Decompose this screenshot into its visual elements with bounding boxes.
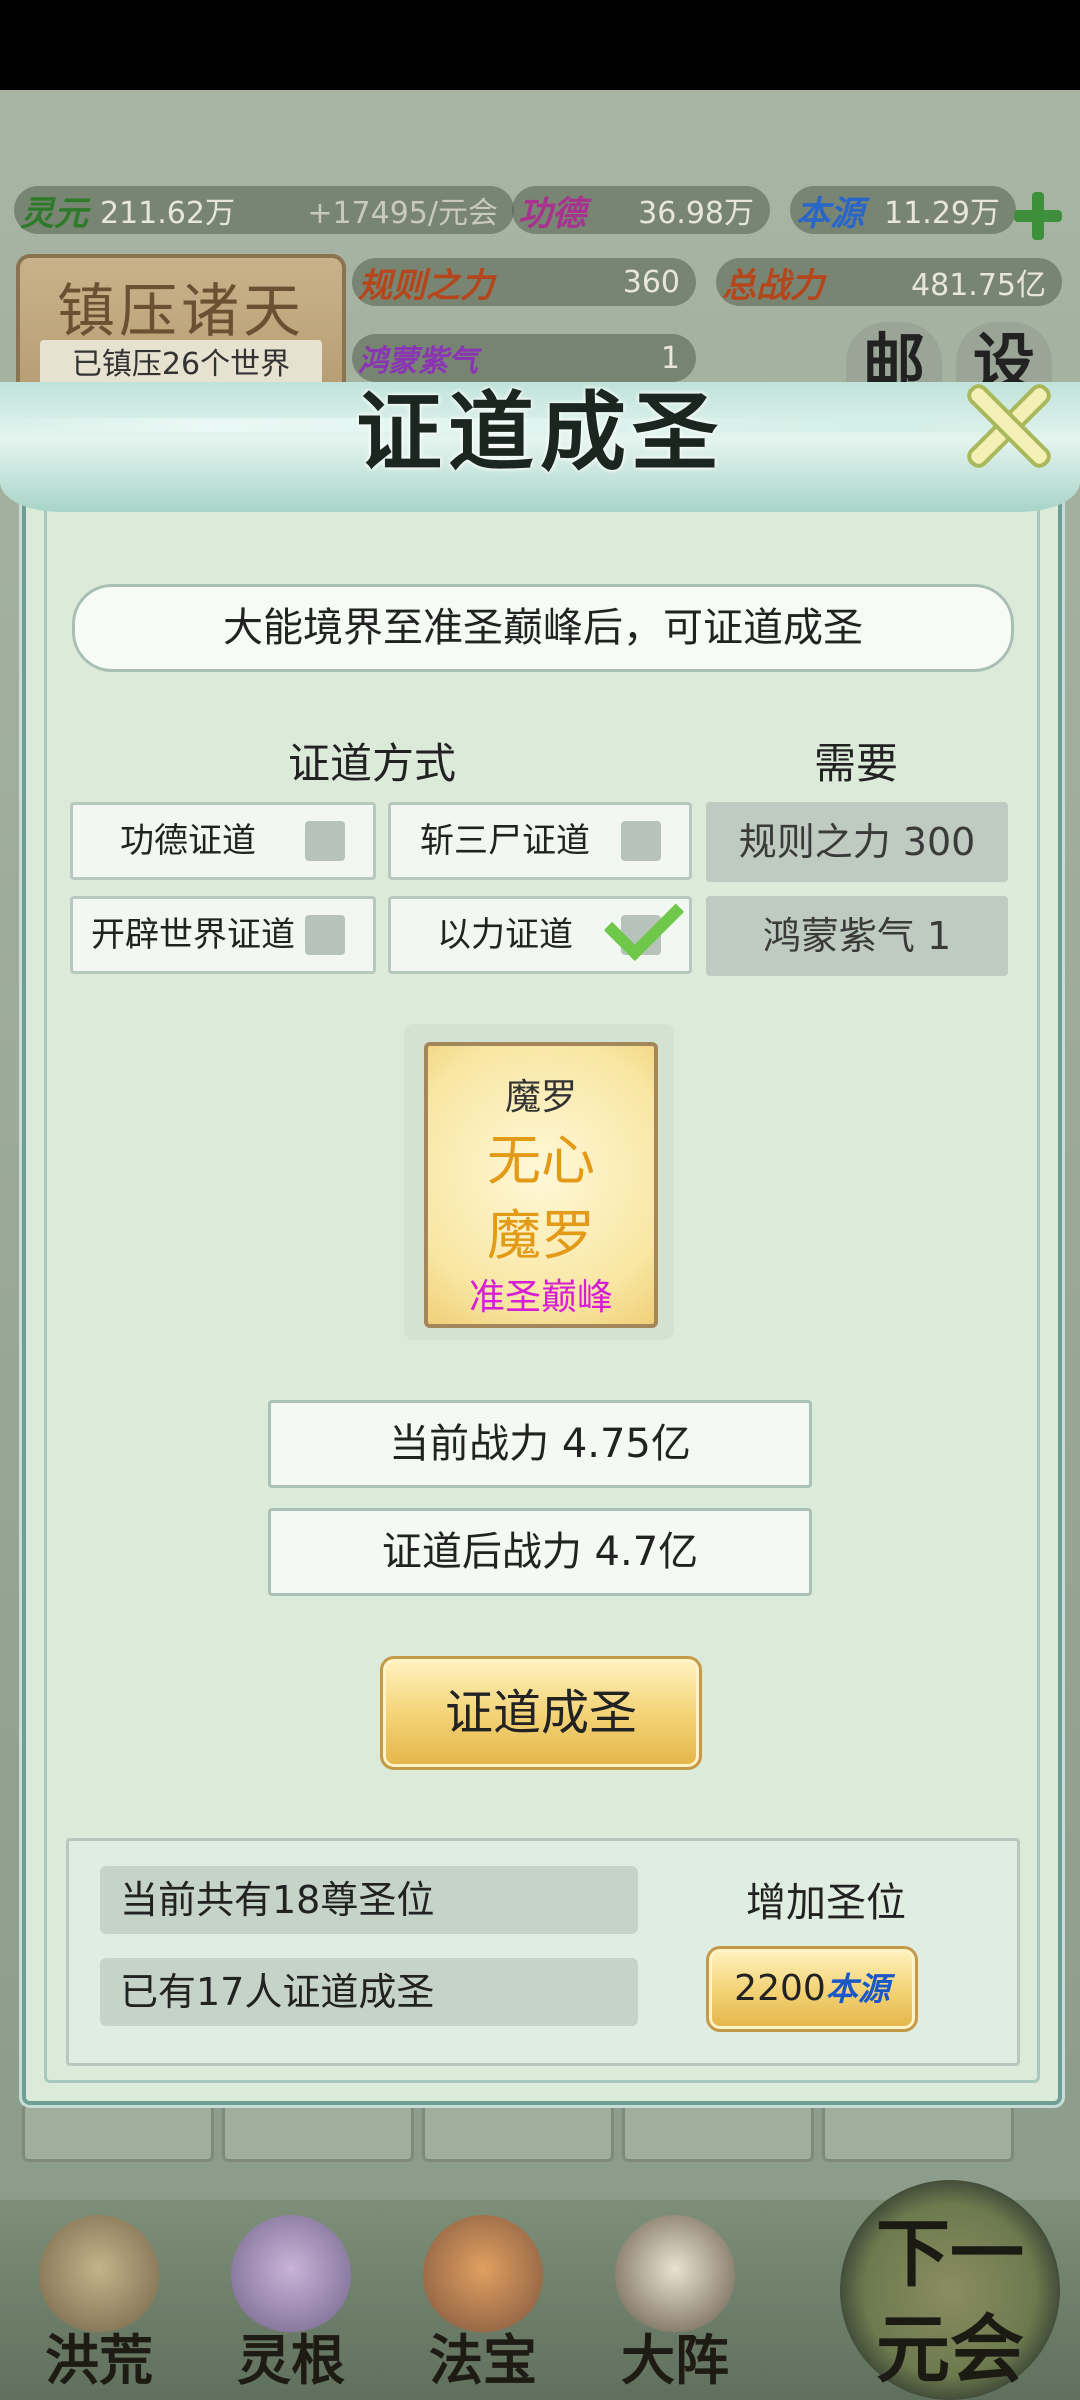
nav-label: 灵根 — [237, 2328, 345, 2392]
checkbox[interactable] — [621, 821, 661, 861]
guize-value: 360 — [622, 264, 680, 300]
checkbox[interactable] — [305, 915, 345, 955]
need-header: 需要 — [814, 739, 899, 788]
nav-dazhen[interactable]: 大阵 — [590, 2205, 760, 2395]
benyuan-currency: 本源 — [825, 1970, 890, 2008]
option-label: 开辟世界证道 — [91, 915, 295, 955]
option-kaipi[interactable]: 开辟世界证道 — [70, 896, 376, 974]
benyuan-label: 本源 — [796, 193, 864, 234]
option-gongde[interactable]: 功德证道 — [70, 802, 376, 880]
option-yili[interactable]: 以力证道 — [388, 880, 692, 974]
resource-lingyuan: 灵元 211.62万 +17495/元会 — [14, 186, 514, 234]
add-saint-cost: 2200 — [734, 1968, 826, 2009]
resource-zongzhanli: 总战力 481.75亿 — [716, 258, 1062, 306]
nav-label: 洪荒 — [45, 2328, 153, 2392]
option-label: 功德证道 — [120, 821, 256, 861]
add-saint-button[interactable]: 2200本源 — [706, 1946, 918, 2032]
gongde-label: 功德 — [518, 193, 586, 234]
requirement-hongmeng: 鸿蒙紫气 1 — [706, 896, 1008, 976]
card-name: 魔罗 — [504, 1077, 577, 1118]
card-realm: 准圣巅峰 — [468, 1277, 613, 1318]
slot — [22, 2104, 214, 2162]
nav-fabao[interactable]: 法宝 — [398, 2205, 568, 2395]
nav-linggen[interactable]: 灵根 — [206, 2205, 376, 2395]
after-power: 证道后战力 4.7亿 — [268, 1508, 812, 1596]
prove-dao-button[interactable]: 证道成圣 — [380, 1656, 702, 1770]
method-header: 证道方式 — [288, 739, 457, 788]
character-card[interactable]: 魔罗 无心 魔罗 准圣巅峰 — [424, 1042, 658, 1328]
notice-text: 大能境界至准圣巅峰后，可证道成圣 — [72, 584, 1014, 672]
option-label: 斩三尸证道 — [420, 821, 590, 861]
card-title-line1: 无心 — [487, 1129, 595, 1192]
card-title-line2: 魔罗 — [487, 1204, 595, 1267]
close-icon[interactable] — [960, 378, 1056, 474]
nav-honghuang[interactable]: 洪荒 — [14, 2205, 184, 2395]
status-bar — [0, 0, 1080, 90]
add-resource-icon[interactable] — [1010, 188, 1066, 244]
next-era-line1: 下一 — [876, 2211, 1024, 2297]
nav-label: 法宝 — [429, 2328, 537, 2392]
saint-done: 已有17人证道成圣 — [100, 1958, 638, 2026]
slot — [422, 2104, 614, 2162]
slot — [222, 2104, 414, 2162]
slot — [822, 2104, 1014, 2162]
requirement-guize: 规则之力 300 — [706, 802, 1008, 882]
gongde-value: 36.98万 — [638, 196, 754, 231]
benyuan-value: 11.29万 — [884, 196, 1000, 231]
slot — [622, 2104, 814, 2162]
checkbox[interactable] — [305, 821, 345, 861]
resource-gongde: 功德 36.98万 — [512, 186, 770, 234]
nav-label: 大阵 — [621, 2328, 729, 2392]
option-zhansanshi[interactable]: 斩三尸证道 — [388, 802, 692, 880]
lingyuan-value: 211.62万 — [100, 196, 235, 231]
next-era-button[interactable]: 下一 元会 — [840, 2180, 1060, 2400]
next-era-line2: 元会 — [876, 2307, 1024, 2393]
lingyuan-rate: +17495/元会 — [307, 196, 498, 231]
lingyuan-label: 灵元 — [20, 193, 88, 234]
zongzhanli-label: 总战力 — [722, 265, 824, 306]
add-saint-label: 增加圣位 — [746, 1880, 906, 1926]
guize-label: 规则之力 — [358, 265, 494, 306]
zhenya-title: 镇压诸天 — [56, 277, 305, 345]
option-label: 以力证道 — [437, 915, 573, 955]
modal-title: 证道成圣 — [356, 382, 724, 483]
zongzhanli-value: 481.75亿 — [911, 268, 1046, 303]
resource-guize: 规则之力 360 — [352, 258, 696, 306]
resource-benyuan: 本源 11.29万 — [790, 186, 1016, 234]
saint-total: 当前共有18尊圣位 — [100, 1866, 638, 1934]
current-power: 当前战力 4.75亿 — [268, 1400, 812, 1488]
